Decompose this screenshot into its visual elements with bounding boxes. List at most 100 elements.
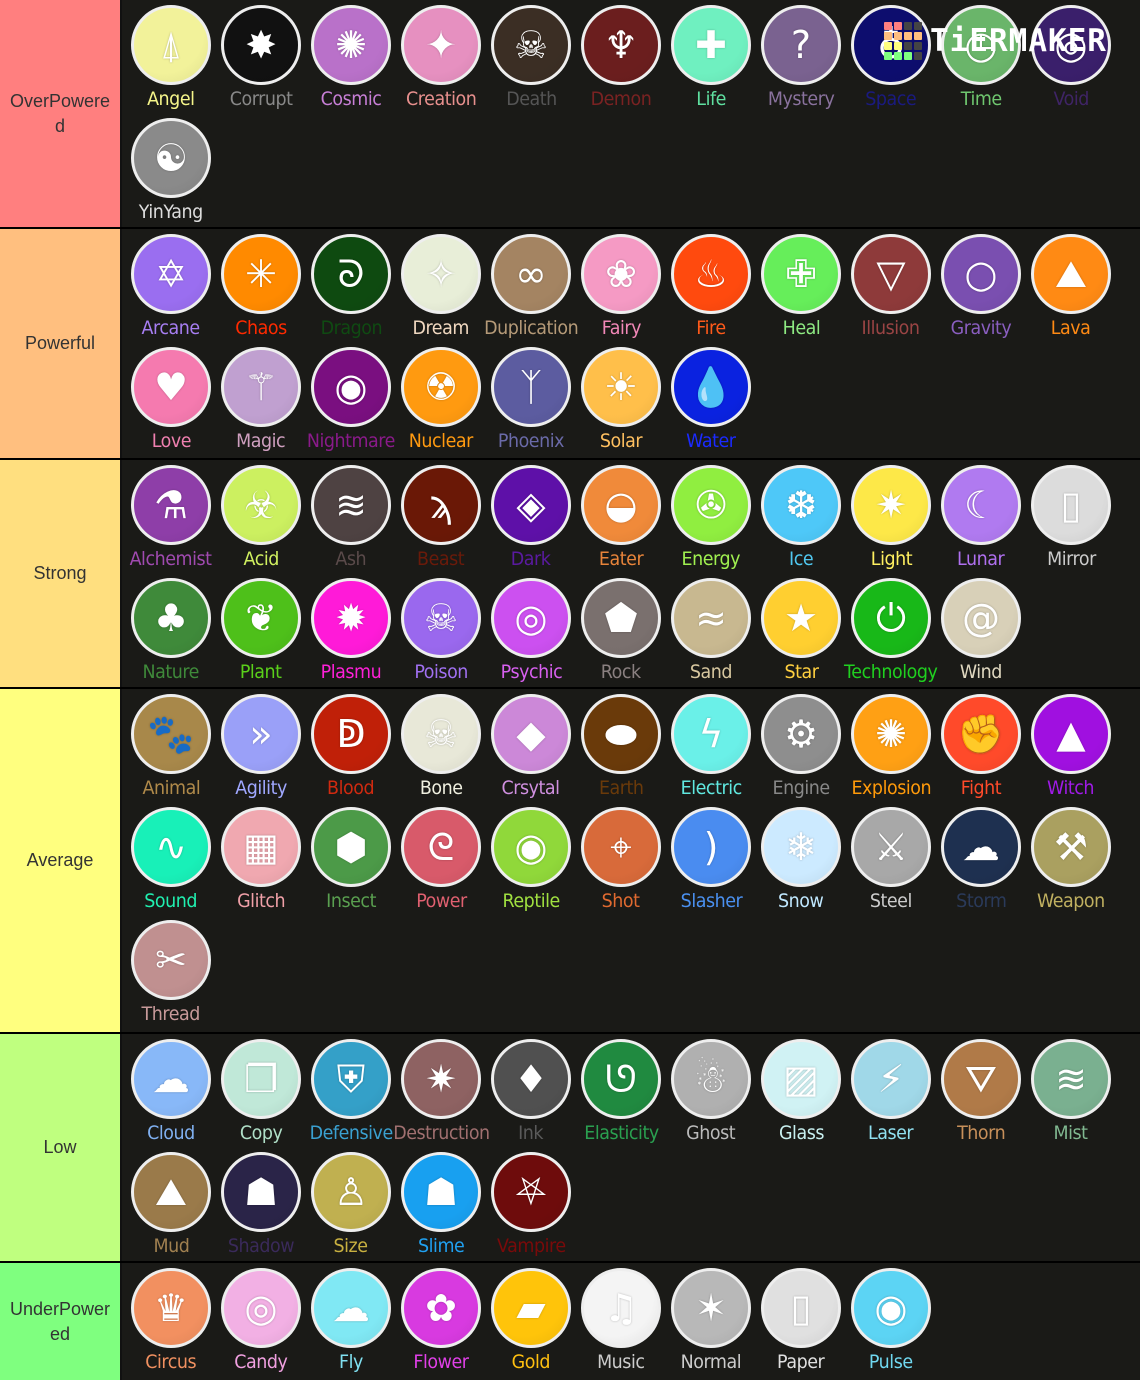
tier-item-creation[interactable]: ✦ Creation: [396, 2, 486, 115]
tier-item-defensive[interactable]: ⛨ Defensive: [306, 1036, 396, 1149]
tier-item-dream[interactable]: ✧ Dream: [396, 231, 486, 344]
tier-item-gravity[interactable]: ○ Gravity: [936, 231, 1026, 344]
tier-item-mystery[interactable]: ? Mystery: [756, 2, 846, 115]
tier-item-shadow[interactable]: ☗ Shadow: [216, 1149, 306, 1262]
tier-label[interactable]: Low: [0, 1034, 122, 1261]
tier-item-flower[interactable]: ✿ Flower: [396, 1265, 486, 1378]
tier-item-weapon[interactable]: ⚒ Weapon: [1026, 804, 1116, 917]
tier-item-death[interactable]: ☠ Death: [486, 2, 576, 115]
tier-item-arcane[interactable]: ✡ Arcane: [126, 231, 216, 344]
tier-item-life[interactable]: ✚ Life: [666, 2, 756, 115]
tier-item-alchemist[interactable]: ⚗ Alchemist: [126, 462, 216, 575]
tier-item-thread[interactable]: ✂ Thread: [126, 917, 216, 1030]
tier-items-area[interactable]: ☁ Cloud ❐ Copy ⛨ Defensive ✷ Destruction ♦ Ink ᘎ El…: [122, 1034, 1140, 1261]
tier-item-star[interactable]: ★ Star: [756, 575, 846, 688]
tier-item-laser[interactable]: ⚡ Laser: [846, 1036, 936, 1149]
tier-item-glass[interactable]: ▨ Glass: [756, 1036, 846, 1149]
tier-item-fairy[interactable]: ❀ Fairy: [576, 231, 666, 344]
tier-items-area[interactable]: 🐾 Animal » Agility ↁ Blood ☠ Bone ◆ Crsytal ⬬ Earth…: [122, 689, 1140, 1032]
tier-item-circus[interactable]: ♛ Circus: [126, 1265, 216, 1378]
tier-item-rock[interactable]: ⬟ Rock: [576, 575, 666, 688]
tier-item-angel[interactable]: ⍋ Angel: [126, 2, 216, 115]
tier-item-yinyang[interactable]: ☯ YinYang: [126, 115, 216, 228]
tier-item-steel[interactable]: ⚔ Steel: [846, 804, 936, 917]
tier-items-area[interactable]: ♛ Circus ◎ Candy ☁ Fly ✿ Flower ▰ Gold ♫ Music ✶ Norm…: [122, 1263, 1140, 1380]
tier-item-bone[interactable]: ☠ Bone: [396, 691, 486, 804]
tier-item-destruction[interactable]: ✷ Destruction: [393, 1036, 490, 1149]
tier-item-witch[interactable]: ▲ Witch: [1026, 691, 1116, 804]
tier-item-pulse[interactable]: ◉ Pulse: [846, 1265, 936, 1378]
tier-item-nature[interactable]: ♣ Nature: [126, 575, 216, 688]
tier-label[interactable]: Strong: [0, 460, 122, 687]
tier-item-reptile[interactable]: ◉ Reptile: [486, 804, 576, 917]
tier-item-cloud[interactable]: ☁ Cloud: [126, 1036, 216, 1149]
tier-item-duplication[interactable]: ∞ Duplication: [484, 231, 579, 344]
tier-item-water[interactable]: 💧 Water: [666, 344, 756, 457]
tier-item-sound[interactable]: ∿ Sound: [126, 804, 216, 917]
tier-item-storm[interactable]: ☁ Storm: [936, 804, 1026, 917]
tier-item-light[interactable]: ✷ Light: [846, 462, 936, 575]
tier-item-elasticity[interactable]: ᘎ Elasticity: [576, 1036, 666, 1149]
tier-item-electric[interactable]: ϟ Electric: [666, 691, 756, 804]
tier-item-gold[interactable]: ▰ Gold: [486, 1265, 576, 1378]
tier-item-poison[interactable]: ☠ Poison: [396, 575, 486, 688]
tier-item-mist[interactable]: ≋ Mist: [1026, 1036, 1116, 1149]
tier-item-eater[interactable]: ◒ Eater: [576, 462, 666, 575]
tier-item-slime[interactable]: ☗ Slime: [396, 1149, 486, 1262]
tier-item-beast[interactable]: ϡ Beast: [396, 462, 486, 575]
tier-items-area[interactable]: ⚗ Alchemist ☣ Acid ≋ Ash ϡ Beast ◈ Dark ◒ Eater ✇ Ene…: [122, 460, 1140, 687]
tier-item-nuclear[interactable]: ☢ Nuclear: [396, 344, 486, 457]
tier-item-crsytal[interactable]: ◆ Crsytal: [486, 691, 576, 804]
tier-item-power[interactable]: ᘓ Power: [396, 804, 486, 917]
tier-item-magic[interactable]: ⚚ Magic: [216, 344, 306, 457]
tier-item-vampire[interactable]: ⛧ Vampire: [486, 1149, 576, 1262]
tier-item-mirror[interactable]: ▯ Mirror: [1026, 462, 1116, 575]
tier-item-ice[interactable]: ❆ Ice: [756, 462, 846, 575]
tier-item-solar[interactable]: ☀ Solar: [576, 344, 666, 457]
tier-item-corrupt[interactable]: ✸ Corrupt: [216, 2, 306, 115]
tier-items-area[interactable]: ✡ Arcane ✳ Chaos ᘐ Dragon ✧ Dream ∞ Duplication ❀ F…: [122, 229, 1140, 458]
tier-item-fire[interactable]: ♨ Fire: [666, 231, 756, 344]
tier-item-copy[interactable]: ❐ Copy: [216, 1036, 306, 1149]
tier-item-wind[interactable]: @ Wind: [936, 575, 1026, 688]
tier-label[interactable]: OverPowered: [0, 0, 122, 227]
tier-item-blood[interactable]: ↁ Blood: [306, 691, 396, 804]
tier-item-explosion[interactable]: ✺ Explosion: [846, 691, 936, 804]
tier-item-energy[interactable]: ✇ Energy: [666, 462, 756, 575]
tier-item-acid[interactable]: ☣ Acid: [216, 462, 306, 575]
tier-item-paper[interactable]: ▯ Paper: [756, 1265, 846, 1378]
tier-item-agility[interactable]: » Agility: [216, 691, 306, 804]
tier-item-chaos[interactable]: ✳ Chaos: [216, 231, 306, 344]
tier-item-mud[interactable]: ⛰ Mud: [126, 1149, 216, 1262]
tier-item-phoenix[interactable]: ᛉ Phoenix: [486, 344, 576, 457]
tier-item-candy[interactable]: ◎ Candy: [216, 1265, 306, 1378]
tier-item-demon[interactable]: ♆ Demon: [576, 2, 666, 115]
tier-item-insect[interactable]: ⬢ Insect: [306, 804, 396, 917]
tier-item-glitch[interactable]: ▦ Glitch: [216, 804, 306, 917]
tier-item-music[interactable]: ♫ Music: [576, 1265, 666, 1378]
tier-item-snow[interactable]: ❄ Snow: [756, 804, 846, 917]
tier-item-heal[interactable]: ✙ Heal: [756, 231, 846, 344]
tier-item-plasmu[interactable]: ✹ Plasmu: [306, 575, 396, 688]
tier-item-thorn[interactable]: ⛛ Thorn: [936, 1036, 1026, 1149]
tier-item-shot[interactable]: ⌖ Shot: [576, 804, 666, 917]
tier-item-ash[interactable]: ≋ Ash: [306, 462, 396, 575]
tier-item-ink[interactable]: ♦ Ink: [486, 1036, 576, 1149]
tier-item-lava[interactable]: ⛰ Lava: [1026, 231, 1116, 344]
tier-item-earth[interactable]: ⬬ Earth: [576, 691, 666, 804]
tier-item-size[interactable]: ♙ Size: [306, 1149, 396, 1262]
tier-label[interactable]: Powerful: [0, 229, 122, 458]
tier-item-technology[interactable]: ⏻ Technology: [844, 575, 938, 688]
tier-item-fight[interactable]: ✊ Fight: [936, 691, 1026, 804]
tier-item-love[interactable]: ♥ Love: [126, 344, 216, 457]
tier-item-sand[interactable]: ≈ Sand: [666, 575, 756, 688]
tier-item-ghost[interactable]: ☃ Ghost: [666, 1036, 756, 1149]
tier-label[interactable]: UnderPowered: [0, 1263, 122, 1380]
tier-item-plant[interactable]: ❦ Plant: [216, 575, 306, 688]
tier-item-illusion[interactable]: ▽ Illusion: [846, 231, 936, 344]
tier-item-engine[interactable]: ⚙ Engine: [756, 691, 846, 804]
tier-label[interactable]: Average: [0, 689, 122, 1032]
tier-item-animal[interactable]: 🐾 Animal: [126, 691, 216, 804]
tier-item-dragon[interactable]: ᘐ Dragon: [306, 231, 396, 344]
tier-item-nightmare[interactable]: ◉ Nightmare: [306, 344, 396, 457]
